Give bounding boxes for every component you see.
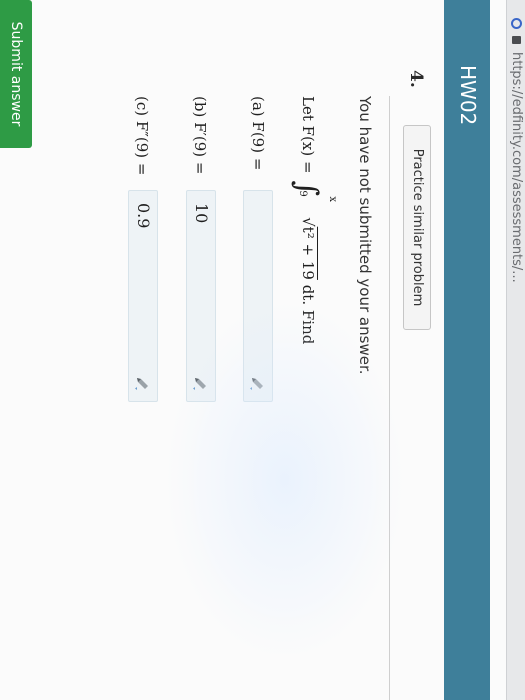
url-text[interactable]: https://edfinity.com/assessments/...: [509, 52, 524, 283]
browser-address-bar[interactable]: https://edfinity.com/assessments/...: [506, 0, 525, 700]
integrand: t² + 19: [299, 226, 317, 280]
lock-icon: [512, 36, 521, 44]
rotated-page: https://edfinity.com/assessments/... HW0…: [0, 0, 525, 700]
prompt-prefix: Let F(x) =: [299, 96, 317, 174]
part-c-value: 0.9: [134, 203, 153, 229]
site-favicon-icon: [511, 18, 522, 29]
sqrt-icon: √: [299, 217, 317, 227]
lower-limit: 9: [297, 190, 308, 197]
question-number: 4.: [406, 70, 426, 88]
submission-status: You have not submitted your answer.: [356, 96, 374, 375]
upper-limit: x: [327, 196, 338, 202]
divider: [389, 96, 390, 700]
part-b-answer-field[interactable]: 10: [186, 190, 216, 402]
submit-answer-button[interactable]: Submit answer: [0, 0, 32, 148]
assignment-title: HW02: [456, 65, 480, 126]
part-b-value: 10: [192, 203, 211, 224]
pencil-icon[interactable]: [192, 375, 208, 391]
practice-similar-button[interactable]: Practice similar problem: [403, 125, 431, 330]
pencil-icon[interactable]: [249, 375, 265, 391]
differential: dt.: [299, 284, 317, 306]
part-c-answer-field[interactable]: 0.9: [128, 190, 158, 402]
assignment-header: HW02: [444, 0, 490, 700]
part-a-answer-field[interactable]: [243, 190, 273, 402]
part-a-label: (a) F(9) =: [249, 96, 267, 171]
pencil-icon[interactable]: [134, 375, 150, 391]
screen: https://edfinity.com/assessments/... HW0…: [0, 0, 525, 700]
prompt-suffix: Find: [299, 309, 317, 345]
part-b-label: (b) F′(9) =: [191, 96, 209, 175]
problem-statement: Let F(x) = ∫ x 9 √t² + 19 dt. Find: [289, 96, 338, 345]
part-c-label: (c) F″(9) =: [133, 96, 151, 176]
integral: ∫ x 9: [289, 178, 338, 212]
